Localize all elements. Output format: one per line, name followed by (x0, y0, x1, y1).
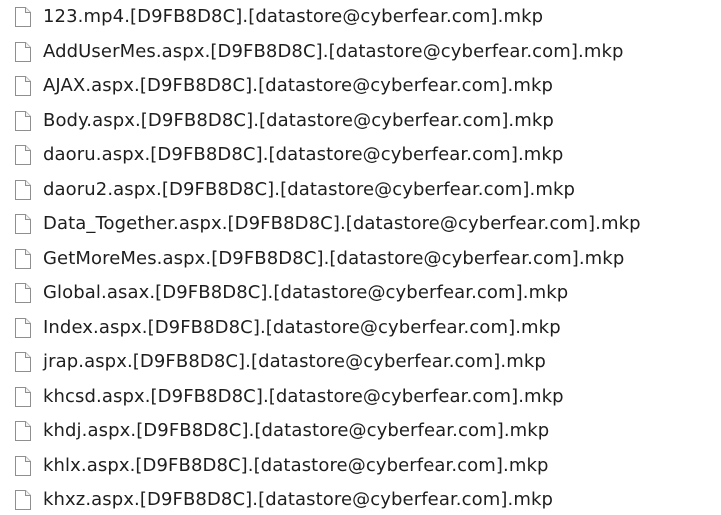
file-row[interactable]: Index.aspx.[D9FB8D8C].[datastore@cyberfe… (14, 313, 561, 343)
blank-document-icon (14, 386, 32, 408)
file-name: GetMoreMes.aspx.[D9FB8D8C].[datastore@cy… (43, 247, 625, 269)
file-name: 123.mp4.[D9FB8D8C].[datastore@cyberfear.… (43, 6, 544, 27)
file-name: khlx.aspx.[D9FB8D8C].[datastore@cyberfea… (43, 454, 549, 476)
blank-document-icon (14, 420, 32, 442)
blank-document-icon (14, 6, 32, 28)
file-row[interactable]: khlx.aspx.[D9FB8D8C].[datastore@cyberfea… (14, 451, 549, 481)
file-name: Index.aspx.[D9FB8D8C].[datastore@cyberfe… (43, 316, 561, 338)
file-row[interactable]: Data_Together.aspx.[D9FB8D8C].[datastore… (14, 209, 641, 239)
file-row[interactable]: AddUserMes.aspx.[D9FB8D8C].[datastore@cy… (14, 37, 624, 67)
blank-document-icon (14, 213, 32, 235)
blank-document-icon (14, 179, 32, 201)
blank-document-icon (14, 41, 32, 63)
file-row[interactable]: daoru.aspx.[D9FB8D8C].[datastore@cyberfe… (14, 140, 563, 170)
file-row[interactable]: AJAX.aspx.[D9FB8D8C].[datastore@cyberfea… (14, 71, 553, 101)
file-row[interactable]: jrap.aspx.[D9FB8D8C].[datastore@cyberfea… (14, 347, 546, 377)
blank-document-icon (14, 144, 32, 166)
file-name: daoru2.aspx.[D9FB8D8C].[datastore@cyberf… (43, 178, 575, 200)
file-name: khdj.aspx.[D9FB8D8C].[datastore@cyberfea… (43, 420, 550, 441)
file-row[interactable]: khdj.aspx.[D9FB8D8C].[datastore@cyberfea… (14, 416, 549, 446)
blank-document-icon (14, 110, 32, 132)
file-row[interactable]: 123.mp4.[D9FB8D8C].[datastore@cyberfear.… (14, 2, 543, 32)
file-name: khxz.aspx.[D9FB8D8C].[datastore@cyberfea… (43, 489, 554, 510)
file-name: AJAX.aspx.[D9FB8D8C].[datastore@cyberfea… (43, 75, 554, 96)
file-name: daoru.aspx.[D9FB8D8C].[datastore@cyberfe… (43, 144, 564, 165)
blank-document-icon (14, 351, 32, 373)
file-list: 123.mp4.[D9FB8D8C].[datastore@cyberfear.… (0, 0, 721, 510)
blank-document-icon (14, 75, 32, 97)
file-name: Global.asax.[D9FB8D8C].[datastore@cyberf… (43, 282, 569, 303)
file-name: AddUserMes.aspx.[D9FB8D8C].[datastore@cy… (43, 40, 624, 62)
blank-document-icon (14, 317, 32, 339)
file-name: Body.aspx.[D9FB8D8C].[datastore@cyberfea… (43, 109, 554, 131)
file-row[interactable]: GetMoreMes.aspx.[D9FB8D8C].[datastore@cy… (14, 244, 624, 274)
file-name: jrap.aspx.[D9FB8D8C].[datastore@cyberfea… (43, 351, 546, 372)
blank-document-icon (14, 489, 32, 511)
file-row[interactable]: khxz.aspx.[D9FB8D8C].[datastore@cyberfea… (14, 485, 553, 515)
file-row[interactable]: Global.asax.[D9FB8D8C].[datastore@cyberf… (14, 278, 568, 308)
file-name: Data_Together.aspx.[D9FB8D8C].[datastore… (43, 213, 641, 234)
blank-document-icon (14, 455, 32, 477)
file-name: khcsd.aspx.[D9FB8D8C].[datastore@cyberfe… (43, 385, 564, 407)
blank-document-icon (14, 248, 32, 270)
file-row[interactable]: Body.aspx.[D9FB8D8C].[datastore@cyberfea… (14, 106, 554, 136)
blank-document-icon (14, 282, 32, 304)
file-row[interactable]: daoru2.aspx.[D9FB8D8C].[datastore@cyberf… (14, 175, 575, 205)
file-row[interactable]: khcsd.aspx.[D9FB8D8C].[datastore@cyberfe… (14, 382, 564, 412)
